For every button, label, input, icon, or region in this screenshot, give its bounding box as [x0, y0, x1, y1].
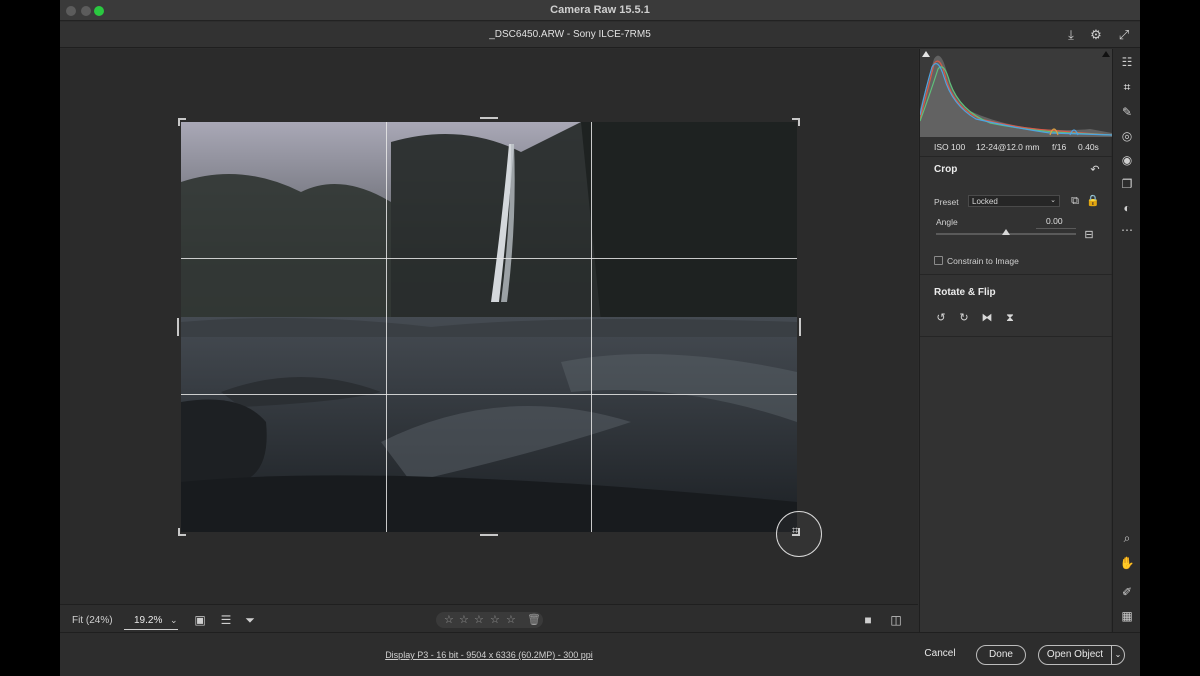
color-sampler-icon[interactable]: ✐	[1119, 584, 1135, 600]
rotate-flip-section: Rotate & Flip ↺ ↻ ⧓ ⧗	[920, 275, 1112, 337]
crop-grid-line	[181, 394, 797, 395]
edit-sliders-icon[interactable]: ☷	[1119, 54, 1135, 70]
save-icon[interactable]: ⤓	[1063, 27, 1079, 43]
star-icon[interactable]: ☆	[474, 613, 484, 626]
zoom-icon[interactable]: ⌕	[1119, 530, 1135, 546]
cancel-button[interactable]: Cancel	[918, 645, 962, 665]
filmstrip-icon[interactable]: ▣	[192, 613, 208, 627]
crop-handle-bottom-left[interactable]	[178, 528, 186, 536]
red-eye-icon[interactable]: ◉	[1119, 152, 1135, 168]
expand-icon[interactable]: ⤢	[1116, 27, 1132, 43]
status-bar: Display P3 - 16 bit - 9504 x 6336 (60.2M…	[60, 632, 1140, 676]
aperture-value: f/16	[1052, 142, 1067, 152]
reset-icon[interactable]: ↶	[1088, 163, 1102, 177]
chevron-down-icon: ⌄	[1050, 197, 1056, 204]
star-icon[interactable]: ☆	[444, 613, 454, 626]
swap-aspect-icon[interactable]: ⧉	[1068, 194, 1082, 208]
angle-label: Angle	[936, 217, 958, 227]
more-icon[interactable]: ⋯	[1119, 222, 1135, 238]
grid-overlay-icon[interactable]: ▦	[1119, 608, 1135, 624]
shutter-value: 0.40s	[1078, 142, 1099, 152]
rotate-flip-title: Rotate & Flip	[934, 287, 996, 298]
crop-handle-top-right[interactable]	[792, 118, 800, 126]
crop-handle-right[interactable]	[799, 318, 801, 336]
star-rating: ☆ ☆ ☆ ☆ ☆ 🗑	[436, 612, 543, 628]
masking-icon[interactable]: ◎	[1119, 128, 1135, 144]
crop-title: Crop	[934, 164, 958, 175]
edit-panel: ISO 100 12-24@12.0 mm f/16 0.40s Crop ↶ …	[919, 49, 1112, 632]
open-object-button[interactable]: Open Object	[1038, 645, 1112, 665]
pointer-icon: ⌗	[792, 525, 799, 537]
constrain-label: Constrain to Image	[947, 256, 1019, 266]
rotate-left-icon[interactable]: ↺	[934, 311, 948, 325]
constrain-checkbox[interactable]	[934, 256, 943, 265]
window-title: Camera Raw 15.5.1	[550, 4, 650, 16]
crop-handle-top-left[interactable]	[178, 118, 186, 126]
crop-handle-left[interactable]	[177, 318, 179, 336]
star-icon[interactable]: ☆	[490, 613, 500, 626]
star-icon[interactable]: ☆	[506, 613, 516, 626]
angle-slider-thumb[interactable]	[1002, 229, 1010, 235]
cursor-indicator: ⌗	[776, 511, 822, 557]
view-toolbar: Fit (24%) 19.2% ⌄ ▣ ☰ ⏷ ☆ ☆ ☆ ☆ ☆ 🗑 ■ ◫	[60, 604, 918, 632]
file-name: _DSC6450.ARW - Sony ILCE-7RM5	[489, 29, 651, 40]
crop-grid-line	[591, 122, 592, 532]
single-view-icon[interactable]: ■	[860, 613, 876, 627]
chevron-down-icon[interactable]: ⌄	[170, 615, 178, 626]
lens-value: 12-24@12.0 mm	[976, 142, 1040, 152]
sort-icon[interactable]: ☰	[218, 613, 234, 627]
gear-icon[interactable]: ⚙	[1088, 27, 1104, 43]
preset-select[interactable]: Locked ⌄	[968, 195, 1060, 207]
exif-info: ISO 100 12-24@12.0 mm f/16 0.40s	[920, 137, 1112, 157]
hand-icon[interactable]: ✋	[1119, 555, 1135, 571]
workflow-options-link[interactable]: Display P3 - 16 bit - 9504 x 6336 (60.2M…	[60, 650, 918, 660]
crop-handle-bottom[interactable]	[480, 534, 498, 536]
presets-icon[interactable]: ◐	[1119, 200, 1135, 216]
preset-value: Locked	[972, 197, 998, 206]
chevron-down-icon[interactable]: ⌄	[1111, 645, 1125, 665]
healing-icon[interactable]: ✎	[1119, 104, 1135, 120]
crop-grid-line	[181, 258, 797, 259]
done-button[interactable]: Done	[976, 645, 1026, 665]
file-bar: _DSC6450.ARW - Sony ILCE-7RM5 ⤓ ⚙ ⤢	[60, 22, 1140, 48]
camera-raw-window: Camera Raw 15.5.1 _DSC6450.ARW - Sony IL…	[60, 0, 1140, 676]
histogram	[920, 49, 1112, 137]
crop-handle-top[interactable]	[480, 117, 498, 119]
zoom-fit-button[interactable]: Fit (24%)	[72, 615, 113, 626]
preset-label: Preset	[934, 197, 959, 207]
waterfall-photo	[181, 122, 797, 532]
photo-preview[interactable]	[181, 122, 797, 532]
rotate-right-icon[interactable]: ↻	[957, 311, 971, 325]
angle-input[interactable]: 0.00	[1036, 216, 1076, 229]
star-icon[interactable]: ☆	[459, 613, 469, 626]
tool-strip: ☷ ⌗ ✎ ◎ ◉ ❐ ◐ ⋯ ⌕ ✋ ✐ ▦	[1112, 49, 1140, 632]
snapshots-icon[interactable]: ❐	[1119, 176, 1135, 192]
trash-icon[interactable]: 🗑	[527, 613, 541, 626]
flip-vertical-icon[interactable]: ⧗	[1003, 311, 1017, 325]
crop-section: Crop ↶ Preset Locked ⌄ ⧉ 🔒 Angle 0.00 ⊟ …	[920, 157, 1112, 275]
crop-grid-line	[386, 122, 387, 532]
lock-icon[interactable]: 🔒	[1086, 194, 1100, 208]
filter-icon[interactable]: ⏷	[242, 613, 258, 627]
iso-value: ISO 100	[934, 142, 966, 152]
compare-view-icon[interactable]: ◫	[888, 613, 904, 627]
flip-horizontal-icon[interactable]: ⧓	[980, 311, 994, 325]
image-canvas[interactable]: ⌗	[60, 49, 918, 604]
title-bar: Camera Raw 15.5.1	[60, 0, 1140, 21]
crop-icon[interactable]: ⌗	[1119, 79, 1135, 95]
straighten-tool-icon[interactable]: ⊟	[1082, 228, 1096, 242]
